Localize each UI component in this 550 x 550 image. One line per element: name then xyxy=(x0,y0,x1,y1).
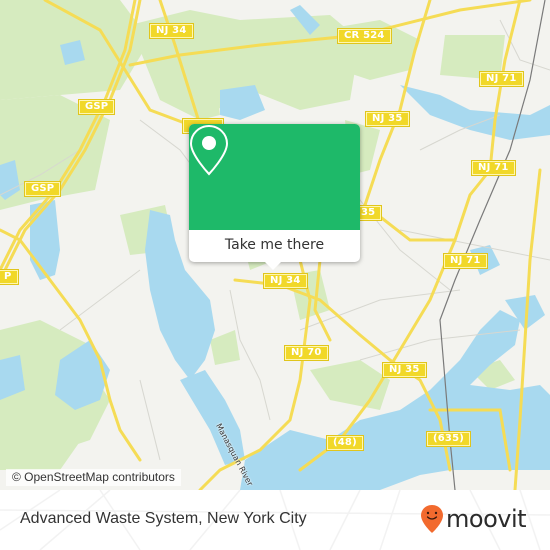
route-shield-gsp-west: P xyxy=(0,269,19,285)
popup-tail xyxy=(264,261,282,270)
route-shield-cr635: (635) xyxy=(425,431,472,447)
route-shield-cr48: (48) xyxy=(326,435,364,451)
popup-header xyxy=(189,124,360,230)
route-shield-nj35-south: NJ 35 xyxy=(382,362,427,378)
map-pin-icon xyxy=(189,124,229,176)
place-name: Advanced Waste System, New York City xyxy=(20,510,307,527)
location-popup: Take me there xyxy=(189,124,360,262)
moovit-wordmark: moovit xyxy=(446,505,527,533)
map-view[interactable]: NJ 34 CR 524 GSP GSP P NJ 35 35 NJ 71 NJ… xyxy=(0,0,550,490)
map-attribution[interactable]: © OpenStreetMap contributors xyxy=(6,469,181,486)
route-shield-gsp-north: GSP xyxy=(77,99,116,115)
footer: Advanced Waste System, New York City moo… xyxy=(0,490,550,550)
moovit-pin-icon xyxy=(421,505,443,533)
route-shield-cr524: CR 524 xyxy=(337,28,392,44)
take-me-there-button[interactable]: Take me there xyxy=(189,230,360,262)
route-shield-gsp-mid: GSP xyxy=(23,181,62,197)
moovit-logo[interactable]: moovit xyxy=(420,504,527,534)
route-shield-nj70: NJ 70 xyxy=(284,345,329,361)
route-shield-nj71-mid: NJ 71 xyxy=(471,160,516,176)
route-shield-nj71-south: NJ 71 xyxy=(443,253,488,269)
route-shield-nj34-north: NJ 34 xyxy=(149,23,194,39)
route-shield-nj34-south: NJ 34 xyxy=(263,273,308,289)
route-shield-nj35-north: NJ 35 xyxy=(365,111,410,127)
route-shield-nj71-north: NJ 71 xyxy=(479,71,524,87)
